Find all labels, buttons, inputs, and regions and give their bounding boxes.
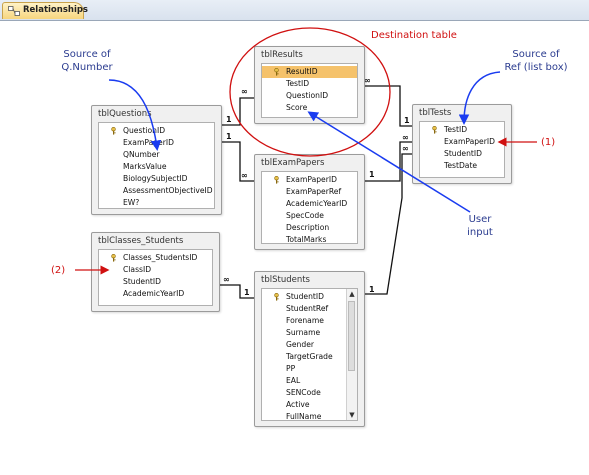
source-ref-arrow	[458, 71, 501, 125]
user-input-line2: input	[467, 227, 493, 238]
source-qnumber-line2: Q.Number	[61, 62, 113, 73]
marker-2-label: (2)	[51, 265, 66, 276]
user-input-line1: User	[468, 214, 492, 225]
source-ref-line2: Ref (list box)	[504, 62, 568, 73]
source-ref-label: Source of Ref (list box)	[496, 48, 576, 74]
destination-table-label: Destination table	[371, 30, 457, 41]
destination-highlight-ellipse	[229, 27, 391, 157]
source-ref-line1: Source of	[512, 49, 560, 60]
user-input-arrow	[307, 111, 471, 213]
source-qnumber-line1: Source of	[63, 49, 111, 60]
relationships-window: Relationships ∞ 1 ∞ 1 1 ∞ ∞ 1 ∞ 1 ∞ 1 tb…	[0, 0, 589, 475]
source-qnumber-label: Source of Q.Number	[52, 48, 122, 74]
marker-1-label: (1)	[541, 137, 556, 148]
user-input-label: User input	[455, 213, 505, 239]
source-qnumber-arrow	[108, 79, 162, 151]
